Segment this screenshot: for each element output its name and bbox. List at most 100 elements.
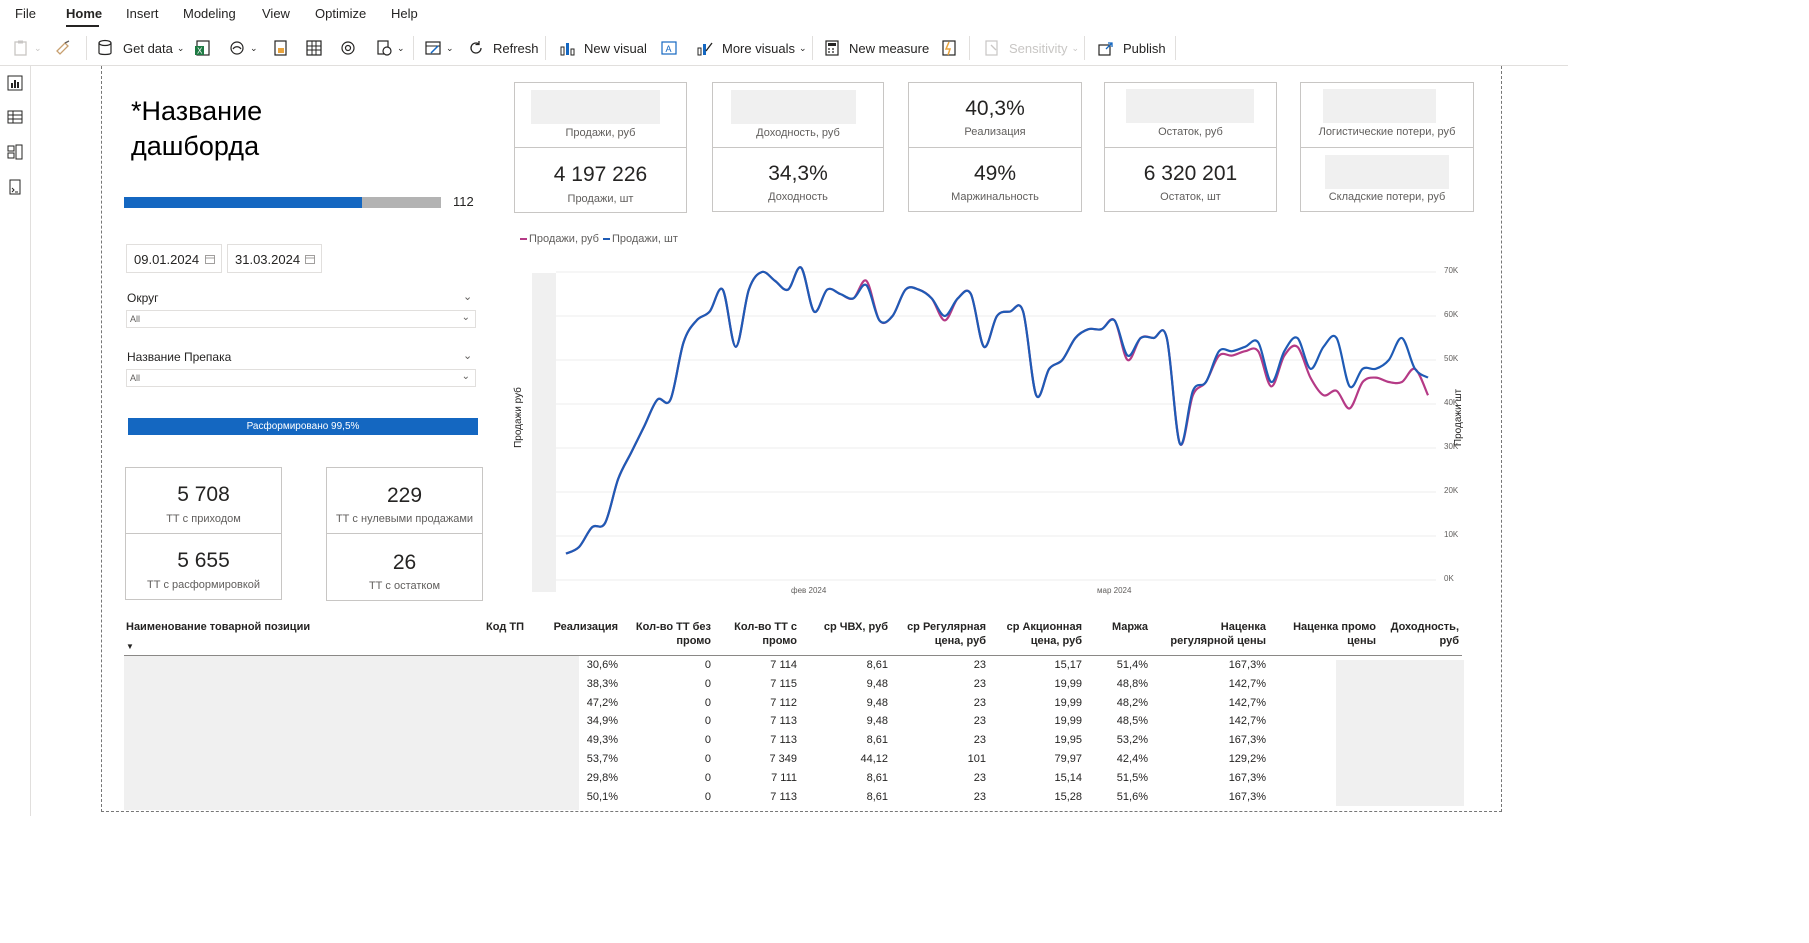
calendar-icon xyxy=(305,255,315,264)
series-line-2 xyxy=(565,266,1429,555)
model-view-icon[interactable] xyxy=(7,144,23,160)
new-measure-button[interactable]: New measure xyxy=(823,38,929,58)
y-tick-label: 60K xyxy=(1444,310,1459,319)
menu-insert[interactable]: Insert xyxy=(126,6,159,21)
cell-regular-price: 23 xyxy=(973,790,986,803)
paste-button[interactable]: ⌄ xyxy=(12,38,42,58)
menu-view[interactable]: View xyxy=(262,6,290,21)
kpi-bottom-value: 6 320 201 xyxy=(1143,162,1238,185)
menu-file[interactable]: File xyxy=(15,6,36,21)
date-from-input[interactable]: 09.01.2024 xyxy=(126,244,222,273)
sql-button[interactable] xyxy=(339,38,357,58)
kpi-card-income: Доходность, руб 34,3% Доходность xyxy=(712,82,884,212)
cell-realization: 47,2% xyxy=(586,696,618,709)
redacted-value xyxy=(1126,89,1254,123)
refresh-button[interactable]: Refresh xyxy=(467,38,539,58)
cell-regular-price: 23 xyxy=(973,715,986,728)
y-axis-left-label: Продажи руб xyxy=(512,387,524,448)
chevron-down-icon[interactable]: ⌄ xyxy=(463,349,472,362)
kpi-top-label: Остаток, руб xyxy=(1158,126,1223,138)
progress-bar-fill xyxy=(124,197,362,208)
cell-promo-price: 79,97 xyxy=(1054,753,1082,765)
paste-icon xyxy=(14,40,27,56)
cell-regular-markup: 167,3% xyxy=(1228,771,1266,784)
progress-bar xyxy=(124,197,441,208)
excel-button[interactable]: X xyxy=(194,38,212,58)
text-box-button[interactable]: A xyxy=(660,38,678,58)
col-header-regular-markup[interactable]: Наценка регулярной цены xyxy=(1156,620,1266,648)
sales-line-chart xyxy=(556,266,1436,581)
cell-regular-price: 23 xyxy=(973,659,986,671)
legend-item-1[interactable]: Продажи, руб xyxy=(520,233,599,245)
date-to-input[interactable]: 31.03.2024 xyxy=(227,244,322,273)
kpi-top-label: Реализация xyxy=(964,126,1026,138)
kpi-card-stock: Остаток, руб 6 320 201 Остаток, шт xyxy=(1104,82,1277,212)
table-icon xyxy=(306,40,322,56)
col-header-margin[interactable]: Маржа xyxy=(1095,620,1148,634)
col-header-promo-price[interactable]: ср Акционная цена, руб xyxy=(998,620,1082,648)
refresh-icon xyxy=(470,41,482,54)
col-header-realization[interactable]: Реализация xyxy=(547,620,618,634)
cell-realization: 53,7% xyxy=(586,753,618,765)
cell-regular-price: 101 xyxy=(967,753,986,765)
col-header-promo-markup[interactable]: Наценка промо цены xyxy=(1285,620,1376,648)
cell-margin: 51,5% xyxy=(1116,771,1148,784)
redacted-names-column xyxy=(124,656,579,810)
x-tick-mar: мар 2024 xyxy=(1097,586,1132,595)
kpi-bottom-label: Маржинальность xyxy=(951,191,1039,203)
chevron-down-icon[interactable]: ⌄ xyxy=(463,290,472,303)
transform-data-button[interactable]: ⌄ xyxy=(424,38,454,58)
col-header-cvh[interactable]: ср ЧВХ, руб xyxy=(810,620,888,634)
sort-down-icon[interactable]: ▼ xyxy=(126,642,134,651)
table-view-icon[interactable] xyxy=(7,109,23,125)
recent-sources-icon xyxy=(377,40,392,56)
cell-tt-promo: 7 113 xyxy=(770,790,797,803)
kpi-bottom-label: Складские потери, руб xyxy=(1328,191,1446,203)
col-header-regular-price[interactable]: ср Регулярная цена, руб xyxy=(902,620,986,648)
cell-tt-promo: 7 115 xyxy=(770,677,797,690)
get-data-button[interactable]: Get data ⌄ xyxy=(97,38,184,58)
cell-tt-no-promo: 0 xyxy=(704,734,711,747)
cell-promo-price: 19,99 xyxy=(1054,715,1082,728)
kpi-bottom-value: 4 197 226 xyxy=(553,163,648,186)
tt-intake-value: 5 708 xyxy=(177,483,230,506)
menu-help[interactable]: Help xyxy=(391,6,418,21)
menu-home[interactable]: Home xyxy=(66,6,102,21)
onelake-button[interactable]: ⌄ xyxy=(228,38,258,58)
report-view-icon[interactable] xyxy=(7,75,23,91)
cell-realization: 38,3% xyxy=(586,677,618,690)
slicer-preparat-dropdown[interactable]: All ⌄ xyxy=(126,369,476,387)
cell-regular-markup: 167,3% xyxy=(1228,790,1266,803)
kpi-top-label: Доходность, руб xyxy=(756,127,840,139)
kpi-card-sales: Продажи, руб 4 197 226 Продажи, шт xyxy=(514,82,687,213)
col-header-name[interactable]: Наименование товарной позиции xyxy=(126,620,326,634)
date-to-text: 31.03.2024 xyxy=(235,252,301,267)
quick-measure-button[interactable] xyxy=(940,38,958,58)
recent-sources-button[interactable]: ⌄ xyxy=(375,38,405,58)
svg-text:A: A xyxy=(666,44,672,54)
dataverse-button[interactable] xyxy=(272,38,290,58)
kpi-bottom-label: Остаток, шт xyxy=(1160,191,1221,203)
col-header-code[interactable]: Код ТП xyxy=(474,620,524,634)
dax-query-view-icon[interactable] xyxy=(7,179,23,195)
cell-tt-no-promo: 0 xyxy=(704,771,711,784)
format-painter-button[interactable] xyxy=(54,38,72,58)
slicer-okrug-dropdown[interactable]: All ⌄ xyxy=(126,310,476,328)
cell-regular-price: 23 xyxy=(973,696,986,709)
sensitivity-button[interactable]: Sensitivity ⌄ xyxy=(983,38,1079,58)
menu-modeling[interactable]: Modeling xyxy=(183,6,236,21)
cell-margin: 53,2% xyxy=(1116,734,1148,747)
cell-margin: 51,4% xyxy=(1116,659,1148,671)
cell-tt-no-promo: 0 xyxy=(704,696,711,709)
publish-button[interactable]: Publish xyxy=(1097,38,1166,58)
col-header-income[interactable]: Доходность, руб xyxy=(1389,620,1459,648)
legend-item-2[interactable]: Продажи, шт xyxy=(602,233,678,245)
enter-data-button[interactable] xyxy=(305,38,323,58)
new-visual-button[interactable]: New visual xyxy=(558,38,647,58)
menu-optimize[interactable]: Optimize xyxy=(315,6,366,21)
kpi-top-label: Логистические потери, руб xyxy=(1318,126,1456,138)
col-header-tt-promo[interactable]: Кол-во ТТ с промо xyxy=(729,620,797,648)
more-visuals-button[interactable]: More visuals ⌄ xyxy=(696,38,807,58)
cell-regular-price: 23 xyxy=(973,734,986,747)
col-header-tt-no-promo[interactable]: Кол-во ТТ без промо xyxy=(632,620,711,648)
